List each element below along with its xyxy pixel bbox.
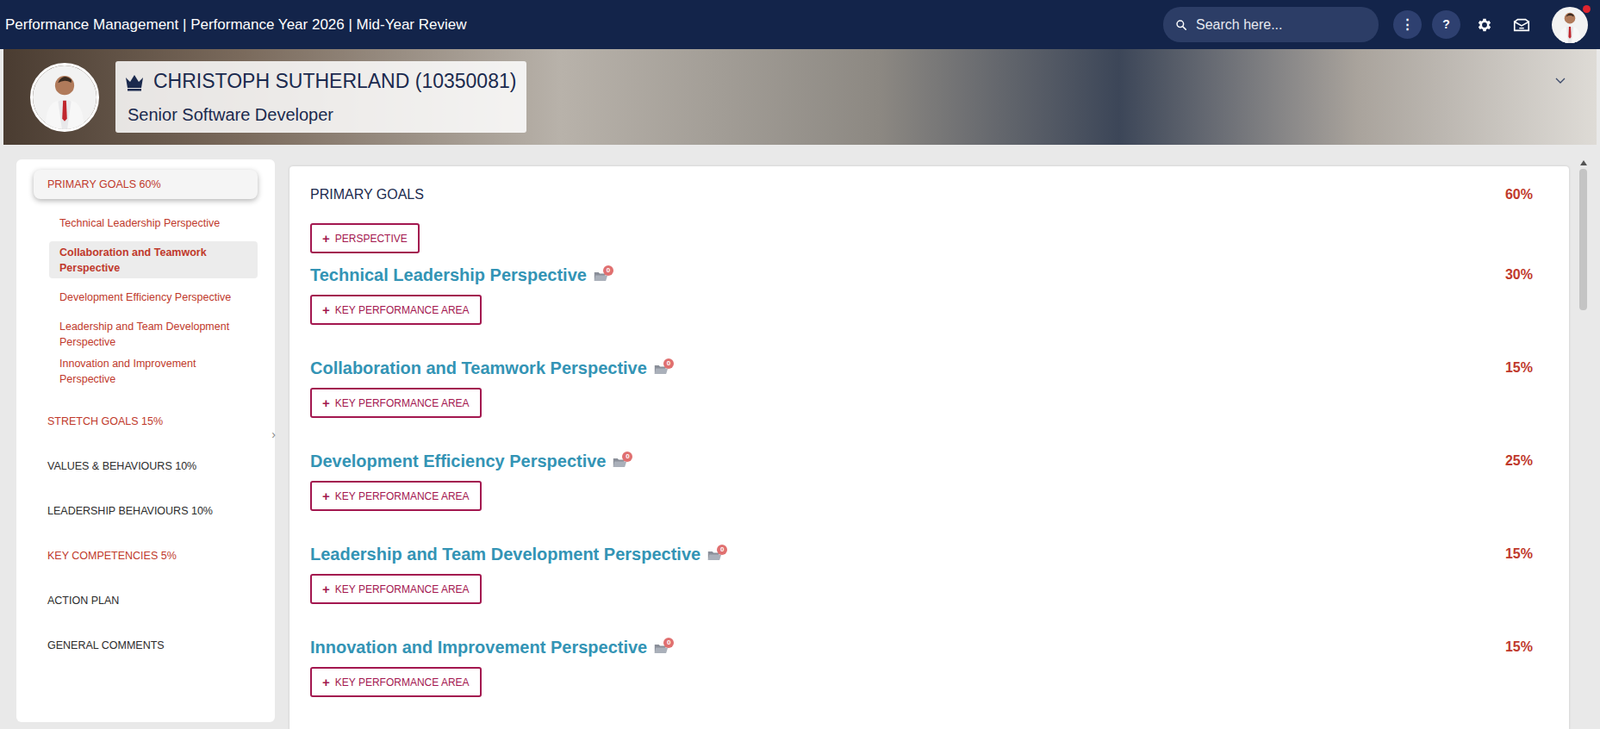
- search-input[interactable]: [1195, 14, 1367, 36]
- nav-group: ACTION PLAN: [33, 578, 258, 623]
- employee-name: CHRISTOPH SUTHERLAND (10350081): [153, 66, 517, 97]
- perspective-weight: 15%: [1505, 636, 1533, 658]
- nav-item[interactable]: PRIMARY GOALS 60%: [33, 169, 258, 200]
- gear-icon[interactable]: [1475, 16, 1494, 34]
- nav-item[interactable]: LEADERSHIP BEHAVIOURS 10%: [33, 489, 258, 533]
- perspective-weight: 30%: [1505, 264, 1533, 286]
- section-header: PRIMARY GOALS 60%: [310, 181, 1533, 208]
- scroll-up-arrow[interactable]: [1580, 160, 1588, 166]
- perspective: Innovation and Improvement Perspective 0 1…: [310, 634, 1533, 728]
- count-badge: 0: [663, 358, 674, 369]
- nav-item[interactable]: KEY COMPETENCIES 5%: [33, 534, 258, 578]
- nav-subitem[interactable]: Technical Leadership Perspective: [49, 204, 258, 242]
- add-kpa-button[interactable]: +KEY PERFORMANCE AREA: [310, 573, 482, 604]
- add-kpa-button[interactable]: +KEY PERFORMANCE AREA: [310, 294, 482, 325]
- attachments[interactable]: 0: [707, 545, 729, 563]
- attachments[interactable]: 0: [593, 266, 615, 284]
- notification-dot: [1582, 5, 1591, 13]
- count-badge: 0: [622, 451, 633, 462]
- person-icon: [1551, 6, 1588, 44]
- perspective-weight: 15%: [1505, 543, 1533, 565]
- perspective-title[interactable]: Collaboration and Teamwork Perspective: [310, 354, 648, 381]
- perspective-title[interactable]: Development Efficiency Perspective: [310, 448, 606, 474]
- perspective: Leadership and Team Development Perspect…: [310, 541, 1533, 635]
- nav-subitems: Technical Leadership PerspectiveCollabor…: [33, 204, 258, 399]
- nav-group: VALUES & BEHAVIOURS 10%: [33, 444, 258, 488]
- add-perspective-button[interactable]: +PERSPECTIVE: [310, 223, 420, 254]
- toolbar: ⋮?: [1393, 6, 1588, 44]
- side-nav: PRIMARY GOALS 60% Technical Leadership Pe…: [16, 159, 275, 723]
- perspective: Technical Leadership Perspective 0 30% +KEY…: [310, 261, 1533, 355]
- main-panel: PRIMARY GOALS 60% +PERSPECTIVE Technical Le…: [289, 166, 1569, 729]
- count-badge: 0: [663, 637, 674, 648]
- profile-card: CHRISTOPH SUTHERLAND (10350081) Senior So…: [115, 61, 527, 133]
- perspective: Collaboration and Teamwork Perspective 0 1…: [310, 354, 1533, 449]
- count-badge: 0: [716, 544, 728, 555]
- employee-role: Senior Software Developer: [122, 101, 520, 128]
- section-title: PRIMARY GOALS: [310, 184, 424, 206]
- profile-photo-icon: [30, 62, 100, 132]
- nav-group: PRIMARY GOALS 60% Technical Leadership Pe…: [33, 169, 258, 399]
- perspective-title[interactable]: Leadership and Team Development Perspect…: [310, 541, 701, 567]
- nav-group: LEADERSHIP BEHAVIOURS 10%: [33, 489, 258, 533]
- add-kpa-button[interactable]: +KEY PERFORMANCE AREA: [310, 666, 482, 698]
- attachments[interactable]: 0: [653, 359, 675, 377]
- page-title: Performance Management | Performance Yea…: [5, 13, 467, 37]
- nav-item[interactable]: VALUES & BEHAVIOURS 10%: [33, 444, 258, 488]
- profile-banner: CHRISTOPH SUTHERLAND (10350081) Senior So…: [3, 49, 1597, 145]
- chevron-down-icon[interactable]: [1553, 76, 1568, 88]
- nav-item[interactable]: GENERAL COMMENTS: [33, 623, 258, 667]
- add-kpa-button[interactable]: +KEY PERFORMANCE AREA: [310, 387, 482, 418]
- user-avatar[interactable]: [1551, 6, 1588, 44]
- nav-subitem[interactable]: Collaboration and Teamwork Perspective: [49, 241, 258, 279]
- attachments[interactable]: 0: [653, 638, 675, 656]
- add-kpa-button[interactable]: +KEY PERFORMANCE AREA: [310, 480, 482, 511]
- search-box[interactable]: [1163, 6, 1379, 43]
- more-button[interactable]: ⋮: [1393, 10, 1422, 39]
- nav-subitem[interactable]: Development Efficiency Perspective: [49, 278, 258, 316]
- scroll-thumb[interactable]: [1579, 168, 1588, 311]
- nav-group: GENERAL COMMENTS: [33, 623, 258, 667]
- nav-group: STRETCH GOALS 15%: [33, 399, 258, 443]
- nav-subitem[interactable]: Leadership and Team Development Perspect…: [49, 315, 258, 353]
- perspective-title[interactable]: Innovation and Improvement Perspective: [310, 634, 648, 660]
- perspective: Development Efficiency Perspective 0 25% +K…: [310, 448, 1533, 542]
- content-area: PRIMARY GOALS 60% Technical Leadership Pe…: [0, 144, 1600, 729]
- nav-item[interactable]: ACTION PLAN: [33, 578, 258, 623]
- count-badge: 0: [603, 265, 614, 276]
- nav-subitem[interactable]: Innovation and Improvement Perspective: [49, 352, 258, 390]
- collapse-toggle[interactable]: ›: [271, 428, 276, 441]
- scrollbar[interactable]: [1578, 160, 1588, 729]
- perspective-title[interactable]: Technical Leadership Perspective: [310, 261, 587, 288]
- crown-icon: [122, 71, 147, 93]
- inbox-icon[interactable]: [1512, 15, 1532, 35]
- help-button[interactable]: ?: [1431, 10, 1461, 39]
- section-weight: 60%: [1505, 184, 1533, 206]
- nav-group: KEY COMPETENCIES 5%: [33, 534, 258, 578]
- attachments[interactable]: 0: [612, 452, 634, 470]
- search-icon: [1175, 18, 1188, 32]
- perspective-weight: 25%: [1505, 450, 1533, 472]
- perspective-weight: 15%: [1505, 357, 1533, 379]
- top-bar: Performance Management | Performance Yea…: [0, 0, 1600, 50]
- nav-item[interactable]: STRETCH GOALS 15%: [33, 399, 258, 443]
